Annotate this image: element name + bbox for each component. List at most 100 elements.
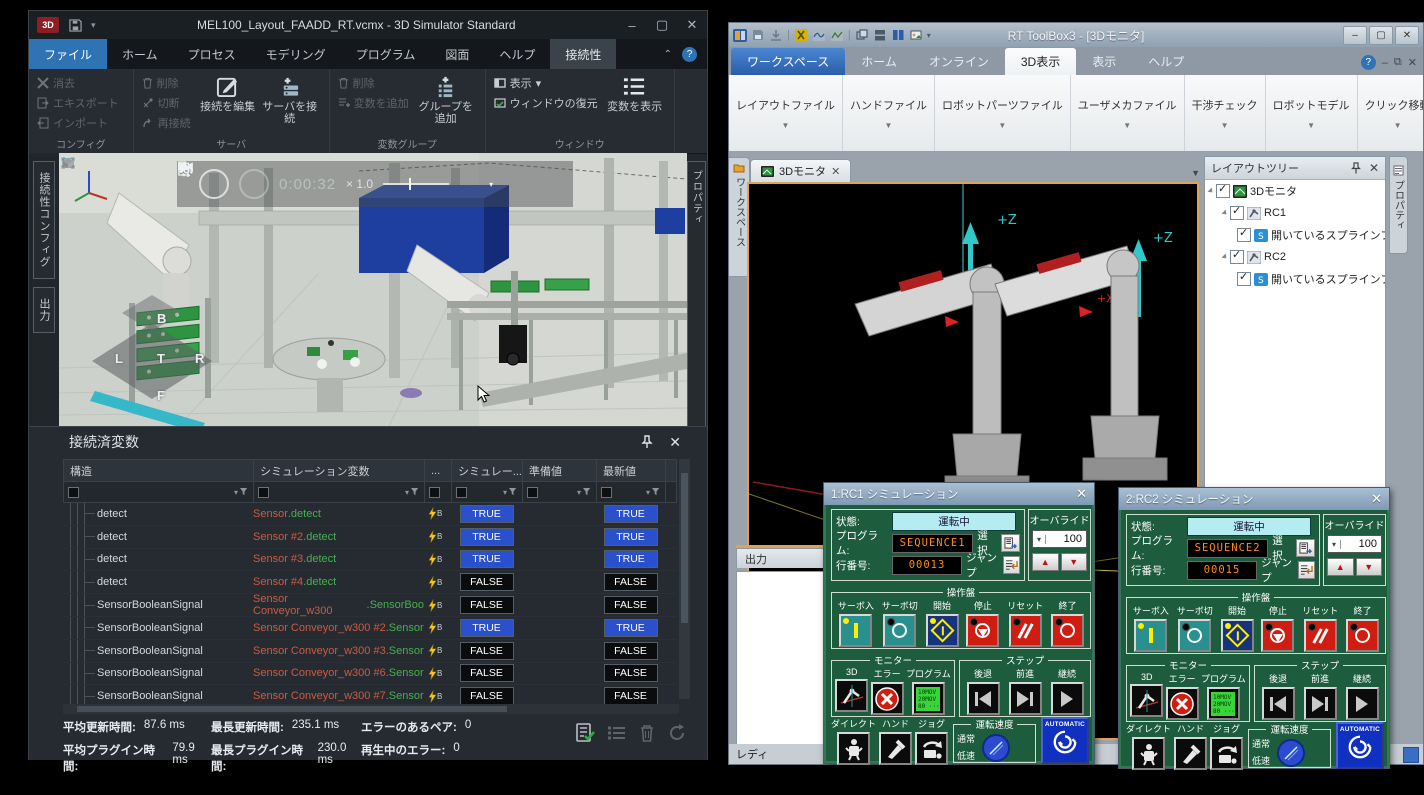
step-button-継続[interactable] (1051, 682, 1084, 715)
expander-icon[interactable] (1221, 209, 1228, 216)
override-down-button[interactable]: ▼ (1061, 553, 1088, 571)
save-icon[interactable] (67, 18, 83, 32)
ribbon-button-group-add[interactable]: グループを追加 (415, 75, 477, 125)
tab-connectivity[interactable]: 接続性 (550, 39, 616, 69)
tree-item-RC2[interactable]: RC2 (1205, 246, 1385, 268)
select-program-button[interactable] (1296, 539, 1315, 557)
op-button-サーボ切[interactable] (883, 614, 916, 647)
close-icon[interactable]: ✕ (1371, 491, 1382, 507)
column-header[interactable]: ... (425, 460, 452, 481)
column-filter[interactable] (425, 482, 452, 502)
ribbon-button-display[interactable]: 表示▾ (494, 75, 598, 91)
table-row[interactable]: detectSensor.detectBTRUETRUE (63, 503, 677, 526)
ribbon-button-クリック移動[interactable]: クリック移動▼ (1358, 75, 1423, 151)
mode-button-ハンド[interactable] (1174, 737, 1207, 770)
table-row[interactable]: SensorBooleanSignalSensor Conveyor_w300 … (63, 663, 677, 686)
column-header[interactable]: シミュレー... (452, 460, 523, 481)
titlebar[interactable]: 3D ▾ MEL100_Layout_FAADD_RT.vcmx - 3D Si… (29, 11, 707, 39)
minimize-button[interactable]: – (1343, 26, 1367, 45)
ribbon-button-干渉チェック[interactable]: 干渉チェック▼ (1185, 75, 1266, 151)
close-icon[interactable]: ✕ (1076, 486, 1087, 502)
monitor-button-3D[interactable] (835, 679, 868, 712)
table-row[interactable]: detectSensor #4.detectBFALSEFALSE (63, 571, 677, 594)
mode-button-ダイレクト[interactable] (837, 732, 870, 765)
override-down-button[interactable]: ▼ (1356, 558, 1383, 576)
column-filter[interactable]: ▾ (523, 482, 597, 502)
table-row[interactable]: detectSensor #2.detectBTRUETRUE (63, 526, 677, 549)
column-header[interactable]: 構造 (64, 460, 254, 481)
transfer-icon[interactable] (769, 29, 783, 42)
ribbon-button-ロボットモデル[interactable]: ロボットモデル▼ (1266, 75, 1358, 151)
monitor-button-プログラム[interactable]: 10MOV20MOV80 ··· (1207, 687, 1240, 720)
ribbon-button-clear[interactable]: 消去 (37, 75, 119, 91)
ribbon-button-export[interactable]: エキスポート (37, 95, 119, 111)
tile-vertical-icon[interactable] (891, 29, 905, 42)
validate-list-icon[interactable] (575, 723, 595, 743)
vertical-scrollbar[interactable] (679, 459, 690, 699)
speed-dial[interactable] (981, 733, 1011, 763)
help-icon[interactable]: ? (1361, 55, 1376, 70)
view-cube[interactable]: B L T R F (87, 293, 217, 411)
minimize-button[interactable]: – (617, 11, 647, 39)
graph-icon[interactable] (812, 29, 826, 42)
ribbon-button-trash[interactable]: 削除 (338, 75, 409, 91)
close-button[interactable]: ✕ (677, 11, 707, 39)
override-up-button[interactable]: ▲ (1032, 553, 1059, 571)
mode-button-ジョグ[interactable] (915, 732, 948, 765)
op-button-終了[interactable] (1051, 614, 1084, 647)
filter-box-icon[interactable] (68, 487, 79, 498)
tab-プログラム[interactable]: プログラム (341, 39, 431, 69)
save-icon[interactable] (751, 29, 765, 42)
op-button-サーボ入[interactable] (839, 614, 872, 647)
table-row[interactable]: SensorBooleanSignalSensor Conveyor_w300 … (63, 617, 677, 640)
monitor-button-エラー[interactable] (871, 682, 904, 715)
filter-box-icon[interactable] (258, 487, 269, 498)
tab-プロセス[interactable]: プロセス (173, 39, 251, 69)
sim-panel-titlebar[interactable]: 1:RC1 シミュレーション✕ (824, 483, 1094, 505)
view-cube-top[interactable]: T (157, 351, 165, 366)
mode-button-ジョグ[interactable] (1210, 737, 1243, 770)
doc-tab-3d-monitor[interactable]: 3Dモニタ ✕ (750, 159, 851, 182)
op-button-停止[interactable] (966, 614, 999, 647)
table-row[interactable]: SensorBooleanSignalSensor Conveyor_w300.… (63, 594, 677, 617)
tab-表示[interactable]: 表示 (1076, 48, 1132, 75)
close-button[interactable]: ✕ (1395, 26, 1419, 45)
doc-close-icon[interactable]: ✕ (1408, 56, 1417, 69)
doc-restore-icon[interactable]: ⧉ (1394, 56, 1402, 69)
monitor-button-プログラム[interactable]: 10MOV20MOV80 ··· (912, 682, 945, 715)
ribbon-button-reconnect[interactable]: 再接続 (142, 115, 191, 131)
tab-workspace[interactable]: ワークスペース (731, 48, 845, 75)
column-header[interactable]: 最新値 (597, 460, 666, 481)
checkbox[interactable] (1230, 206, 1244, 220)
tab-file[interactable]: ファイル (29, 39, 107, 69)
tab-モデリング[interactable]: モデリング (251, 39, 341, 69)
op-button-開始[interactable] (1221, 619, 1254, 652)
3d-viewport[interactable]: 0:00:32 × 1.0 ▾ B L T R F (59, 153, 687, 426)
op-button-サーボ切[interactable] (1178, 619, 1211, 652)
filter-box-icon[interactable] (429, 487, 440, 498)
view-cube-left[interactable]: L (115, 351, 123, 366)
ribbon-button-edit[interactable]: 接続を編集 (197, 75, 259, 113)
tab-3D表示[interactable]: 3D表示 (1005, 48, 1076, 75)
graph2-icon[interactable] (830, 29, 844, 42)
mode-button-ダイレクト[interactable] (1132, 737, 1165, 770)
close-panel-icon[interactable]: ✕ (669, 434, 681, 451)
view-cube-back[interactable]: B (157, 311, 166, 326)
rewind-button[interactable] (199, 169, 229, 199)
ribbon-button-レイアウトファイル[interactable]: レイアウトファイル▼ (729, 75, 843, 151)
titlebar[interactable]: | | ▾ RT ToolBox3 - [3Dモニタ] – ▢ ✕ (729, 23, 1423, 47)
view-cube-front[interactable]: F (157, 388, 165, 403)
step-button-継続[interactable] (1346, 687, 1379, 720)
select-program-button[interactable] (1001, 534, 1020, 552)
qat-dropdown-icon[interactable]: ▾ (927, 31, 931, 40)
tab-ヘルプ[interactable]: ヘルプ (1132, 48, 1200, 75)
column-filter[interactable]: ▾ (254, 482, 425, 502)
list-options-icon[interactable] (607, 723, 627, 743)
tile-horizontal-icon[interactable] (873, 29, 887, 42)
tab-図面[interactable]: 図面 (430, 39, 484, 69)
ribbon-button-server-add[interactable]: サーバを接続 (259, 75, 321, 125)
speed-dial[interactable] (1276, 738, 1306, 768)
ribbon-button-show-vars[interactable]: 変数を表示 (604, 75, 666, 113)
checkbox[interactable] (1216, 184, 1230, 198)
column-filter[interactable]: ▾ (64, 482, 254, 502)
